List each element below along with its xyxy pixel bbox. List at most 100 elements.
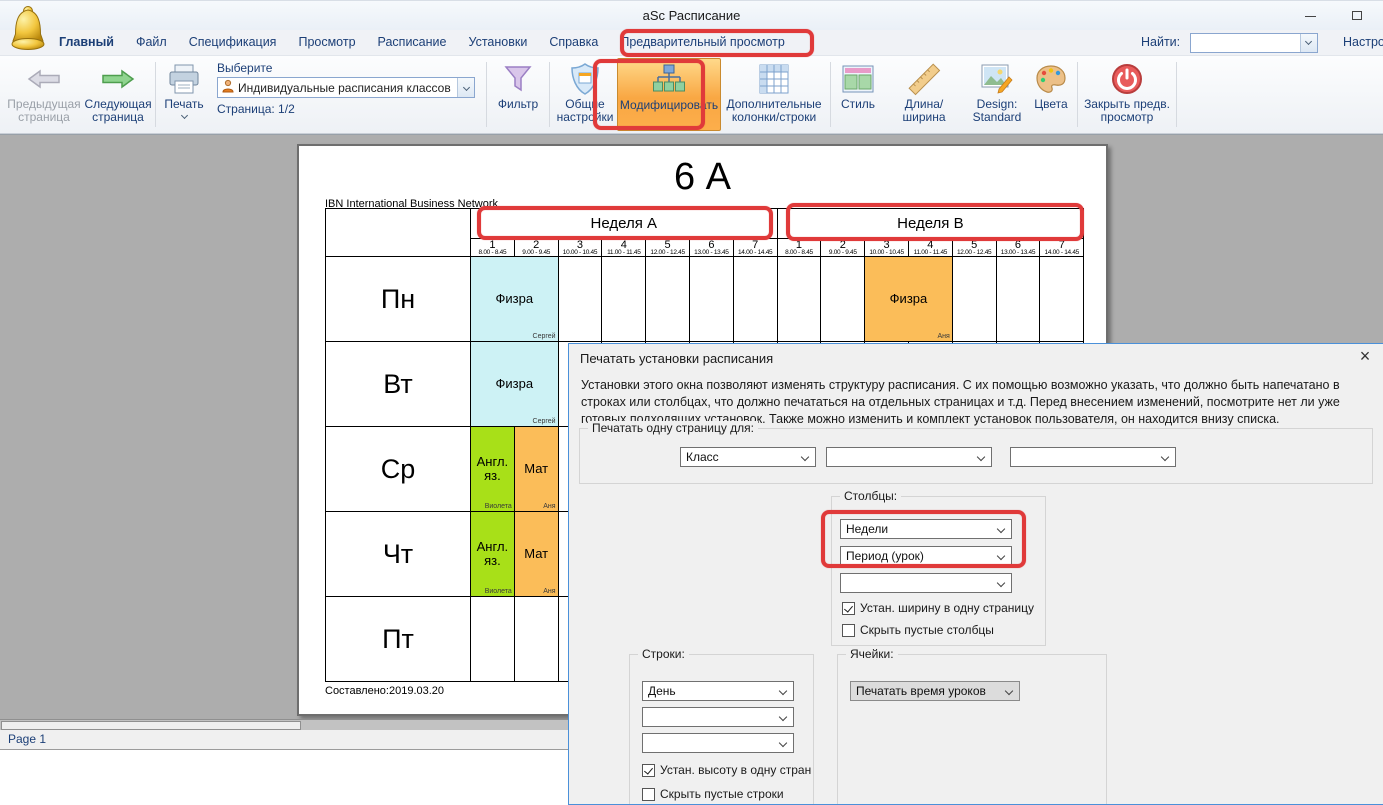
empty-cell — [996, 257, 1040, 342]
design-button[interactable]: Design: Standard — [966, 58, 1028, 131]
general-settings-button[interactable]: Общие настройки — [553, 58, 617, 131]
title-bar: aSc Расписание — [0, 0, 1383, 30]
period-header: 411.00 - 11.45 — [602, 239, 646, 257]
settings-label[interactable]: Настро — [1343, 35, 1383, 49]
toolbar-separator — [155, 62, 156, 127]
period-header: 512.00 - 12.45 — [646, 239, 690, 257]
checkbox-icon — [642, 764, 655, 777]
style-icon — [842, 61, 874, 97]
choose-group: Выберите Индивидуальные расписания класс… — [209, 58, 483, 131]
print-settings-dialog: Печатать установки расписания × Установк… — [568, 343, 1383, 805]
page-title: 6 А — [299, 156, 1106, 199]
printer-icon — [167, 61, 201, 97]
day-label: Чт — [326, 512, 471, 597]
fit-height-checkbox[interactable]: Устан. высоту в одну стран — [642, 763, 842, 777]
report-type-combo[interactable]: Индивидуальные расписания классов — [217, 77, 475, 98]
empty-cell — [646, 257, 690, 342]
cells-group-label: Ячейки: — [846, 647, 898, 661]
chevron-down-icon — [1005, 687, 1013, 695]
empty-cell — [514, 597, 558, 682]
arrow-left-icon — [27, 61, 61, 97]
rows-combo-3[interactable] — [642, 733, 794, 753]
print-button[interactable]: Печать — [159, 58, 209, 131]
period-header: 18.00 - 8.45 — [777, 239, 821, 257]
one-page-combo-1[interactable]: Класс — [680, 447, 816, 467]
period-header: 714.00 - 14.45 — [733, 239, 777, 257]
report-type-dropdown-icon[interactable] — [457, 78, 474, 97]
empty-cell — [1040, 257, 1084, 342]
one-page-combo-2[interactable] — [826, 447, 992, 467]
prev-page-button[interactable]: Предыдущая страница — [4, 58, 84, 131]
period-header: 411.00 - 11.45 — [908, 239, 952, 257]
timetable-corner-cell — [326, 209, 471, 257]
rows-group: Строки: День Устан. высоту в одну стран … — [629, 654, 814, 805]
empty-cell — [471, 597, 515, 682]
columns-combo-1[interactable]: Недели — [840, 519, 1012, 539]
maximize-icon — [1352, 11, 1362, 20]
lesson-cell: ФизраАня — [865, 257, 953, 342]
one-page-group: Печатать одну страницу для: Класс — [579, 428, 1373, 484]
chevron-down-icon — [1161, 453, 1169, 461]
columns-group-label: Столбцы: — [840, 489, 901, 503]
lesson-cell: Англ. яз.Виолета — [471, 512, 515, 597]
dialog-close-button[interactable]: × — [1353, 346, 1377, 370]
period-header: 29.00 - 9.45 — [514, 239, 558, 257]
lesson-cell: Англ. яз.Виолета — [471, 427, 515, 512]
filter-button[interactable]: Фильтр — [490, 58, 546, 131]
design-picture-pencil-icon — [981, 61, 1013, 97]
scrollbar-thumb[interactable] — [1, 721, 301, 730]
rows-group-label: Строки: — [638, 647, 689, 661]
rows-combo-2[interactable] — [642, 707, 794, 727]
tab-raspisanie[interactable]: Расписание — [367, 30, 458, 55]
rows-combo-1[interactable]: День — [642, 681, 794, 701]
lesson-cell: МатАня — [514, 512, 558, 597]
toolbar-ribbon: Предыдущая страница Следующая страница П… — [0, 56, 1383, 134]
checkbox-icon — [842, 624, 855, 637]
empty-cell — [733, 257, 777, 342]
next-page-button[interactable]: Следующая страница — [84, 58, 152, 131]
find-dropdown-icon[interactable] — [1300, 34, 1317, 52]
org-chart-icon — [651, 62, 687, 98]
fit-width-checkbox[interactable]: Устан. ширину в одну страницу — [842, 601, 1034, 615]
tab-predvaritelny-prosmotr[interactable]: Предварительный просмотр — [609, 30, 795, 55]
columns-group: Столбцы: Недели Период (урок) Устан. шир… — [831, 496, 1046, 646]
tab-glavny[interactable]: Главный — [48, 30, 125, 55]
minimize-button[interactable] — [1289, 1, 1333, 30]
chevron-down-icon — [997, 525, 1005, 533]
day-label: Ср — [326, 427, 471, 512]
period-header: 613.00 - 13.45 — [996, 239, 1040, 257]
style-button[interactable]: Стиль — [834, 58, 882, 131]
empty-cell — [821, 257, 865, 342]
cells-combo[interactable]: Печатать время уроков — [850, 681, 1020, 701]
modify-button[interactable]: Модифицировать — [617, 58, 721, 131]
tab-ustanovki[interactable]: Установки — [457, 30, 538, 55]
asc-logo-bell-icon[interactable] — [8, 4, 48, 56]
hide-empty-rows-checkbox[interactable]: Скрыть пустые строки — [642, 787, 784, 801]
lesson-cell: ФизраСергей — [471, 257, 559, 342]
period-header: 29.00 - 9.45 — [821, 239, 865, 257]
tab-specifikaciya[interactable]: Спецификация — [178, 30, 288, 55]
tab-prosmotr[interactable]: Просмотр — [287, 30, 366, 55]
columns-combo-3[interactable] — [840, 573, 1012, 593]
close-preview-button[interactable]: Закрыть предв. просмотр — [1081, 58, 1173, 131]
checkbox-icon — [842, 602, 855, 615]
week-b-header: Неделя B — [777, 209, 1084, 239]
toolbar-separator — [1176, 62, 1177, 127]
status-page-label: Page 1 — [8, 732, 46, 746]
day-label: Пн — [326, 257, 471, 342]
print-dropdown-icon[interactable] — [180, 112, 187, 119]
maximize-button[interactable] — [1335, 1, 1379, 30]
columns-combo-2[interactable]: Период (урок) — [840, 546, 1012, 566]
extra-columns-rows-button[interactable]: Дополнительные колонки/строки — [721, 58, 827, 131]
tab-fail[interactable]: Файл — [125, 30, 178, 55]
hide-empty-columns-checkbox[interactable]: Скрыть пустые столбцы — [842, 623, 994, 637]
one-page-combo-3[interactable] — [1010, 447, 1176, 467]
report-type-value: Индивидуальные расписания классов — [238, 81, 451, 95]
chevron-down-icon — [801, 453, 809, 461]
empty-cell — [602, 257, 646, 342]
arrow-right-icon — [101, 61, 135, 97]
find-input[interactable] — [1190, 33, 1318, 53]
colors-button[interactable]: Цвета — [1028, 58, 1074, 131]
length-width-button[interactable]: Длина/ширина — [882, 58, 966, 131]
tab-spravka[interactable]: Справка — [538, 30, 609, 55]
